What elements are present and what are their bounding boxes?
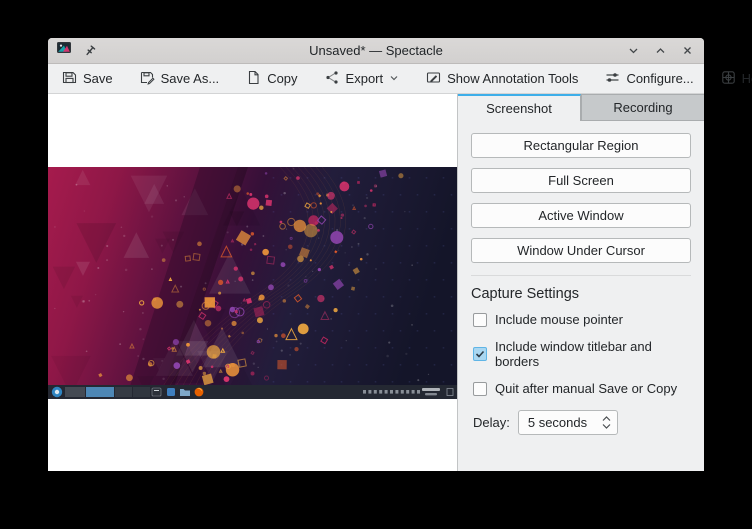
chevron-down-icon [389, 71, 399, 86]
save-as-button[interactable]: Save As... [140, 70, 220, 88]
checkbox-label: Include mouse pointer [495, 312, 623, 327]
window-title: Unsaved* — Spectacle [48, 43, 704, 58]
delay-value: 5 seconds [528, 415, 602, 430]
spin-down-icon[interactable] [602, 423, 611, 429]
preview-area [48, 94, 457, 471]
window-under-cursor-button[interactable]: Window Under Cursor [471, 238, 691, 263]
configure-sliders-icon [605, 70, 620, 88]
save-icon [62, 70, 77, 88]
checkbox-box [473, 347, 487, 361]
copy-label: Copy [267, 71, 297, 86]
quit-after-save-checkbox[interactable]: Quit after manual Save or Copy [473, 381, 691, 396]
copy-button[interactable]: Copy [246, 70, 297, 88]
capture-panel: Screenshot Recording Rectangular Region … [457, 94, 704, 471]
full-screen-button[interactable]: Full Screen [471, 168, 691, 193]
export-share-icon [325, 70, 340, 88]
save-as-label: Save As... [161, 71, 220, 86]
export-label: Export [346, 71, 384, 86]
configure-label: Configure... [626, 71, 693, 86]
maximize-button[interactable] [651, 42, 669, 60]
rectangular-region-button[interactable]: Rectangular Region [471, 133, 691, 158]
help-icon [721, 70, 736, 88]
checkbox-label: Quit after manual Save or Copy [495, 381, 677, 396]
save-as-icon [140, 70, 155, 88]
checkbox-box [473, 313, 487, 327]
active-window-button[interactable]: Active Window [471, 203, 691, 228]
checkbox-box [473, 382, 487, 396]
checkbox-label: Include window titlebar and borders [495, 339, 691, 369]
spin-up-icon[interactable] [602, 416, 611, 422]
tab-screenshot[interactable]: Screenshot [458, 94, 581, 121]
annotation-icon [426, 70, 441, 88]
delay-spinbox[interactable]: 5 seconds [518, 410, 618, 435]
tab-recording[interactable]: Recording [581, 94, 704, 121]
main-toolbar: Save Save As... Copy [48, 64, 704, 94]
configure-button[interactable]: Configure... [605, 70, 693, 88]
save-label: Save [83, 71, 113, 86]
close-button[interactable] [678, 42, 696, 60]
delay-label: Delay: [473, 415, 510, 430]
include-mouse-pointer-checkbox[interactable]: Include mouse pointer [473, 312, 691, 327]
help-button[interactable]: Help [721, 70, 752, 88]
show-annotation-tools-button[interactable]: Show Annotation Tools [426, 70, 578, 88]
titlebar[interactable]: Unsaved* — Spectacle [48, 38, 704, 64]
show-annotation-tools-label: Show Annotation Tools [447, 71, 578, 86]
mode-tabbar: Screenshot Recording [458, 94, 704, 121]
screenshot-preview-image [48, 167, 457, 399]
help-label: Help [742, 71, 752, 86]
capture-settings-heading: Capture Settings [471, 286, 691, 302]
spectacle-app-icon [56, 40, 72, 61]
include-titlebar-checkbox[interactable]: Include window titlebar and borders [473, 339, 691, 369]
copy-icon [246, 70, 261, 88]
keep-above-pin-icon[interactable] [81, 42, 99, 60]
preview-taskbar [48, 385, 457, 399]
save-button[interactable]: Save [62, 70, 113, 88]
export-button[interactable]: Export [325, 70, 400, 88]
minimize-button[interactable] [624, 42, 642, 60]
spectacle-window: Unsaved* — Spectacle [48, 38, 704, 471]
